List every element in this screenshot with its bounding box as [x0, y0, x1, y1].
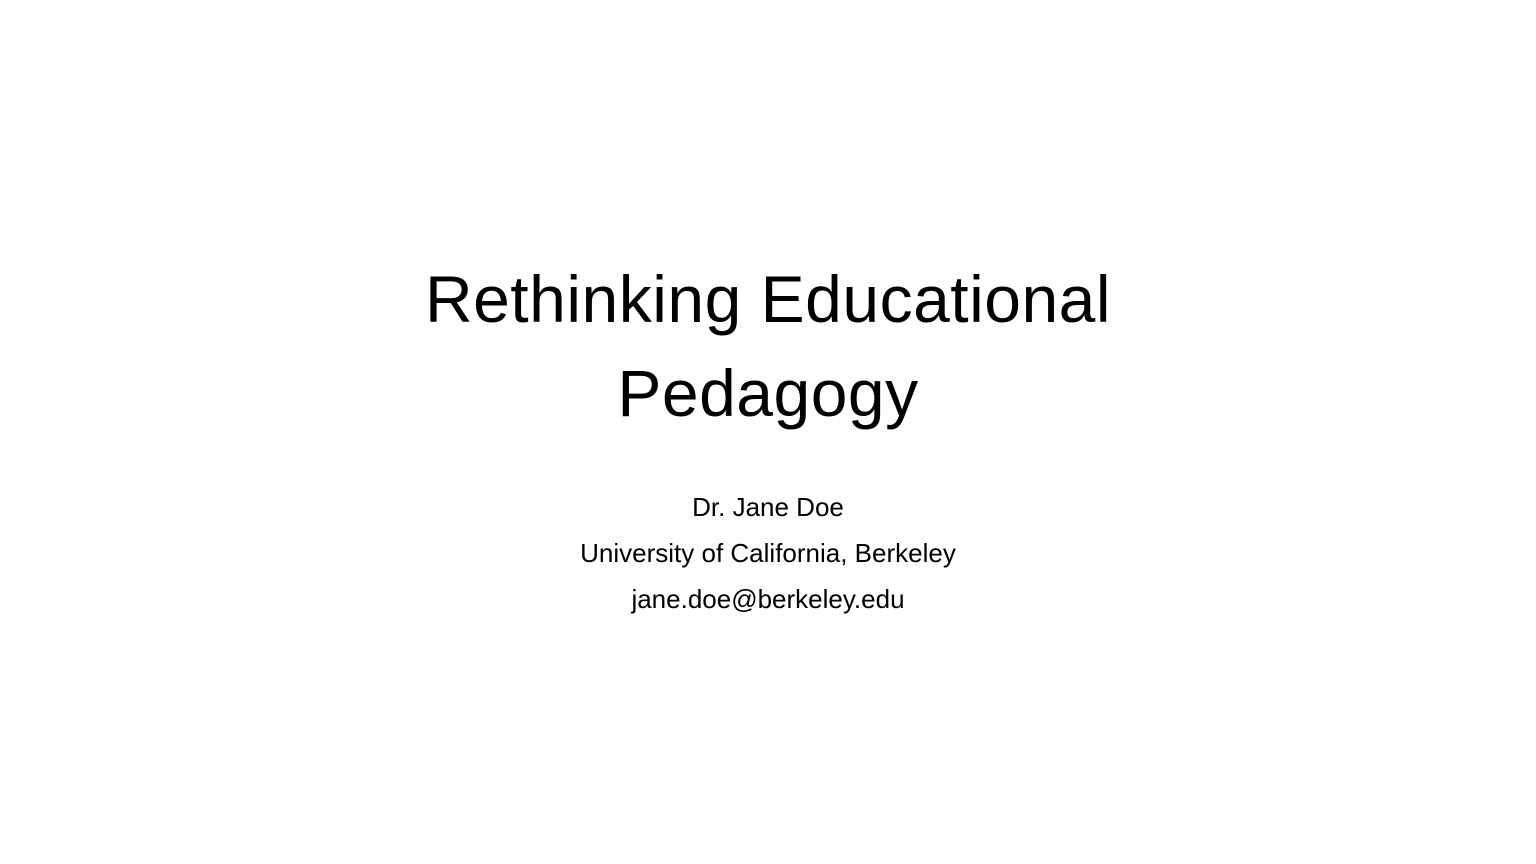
title-slide: Rethinking Educational Pedagogy Dr. Jane… [0, 0, 1536, 864]
author-affiliation: University of California, Berkeley [580, 538, 956, 568]
author-email: jane.doe@berkeley.edu [631, 584, 905, 614]
slide-title-line-1: Rethinking Educational [424, 262, 1112, 336]
slide-title-line-2: Pedagogy [617, 356, 919, 430]
slide-subtitle: Dr. Jane Doe University of California, B… [0, 484, 1536, 622]
slide-title: Rethinking Educational Pedagogy [0, 252, 1536, 440]
author-name: Dr. Jane Doe [692, 492, 844, 522]
